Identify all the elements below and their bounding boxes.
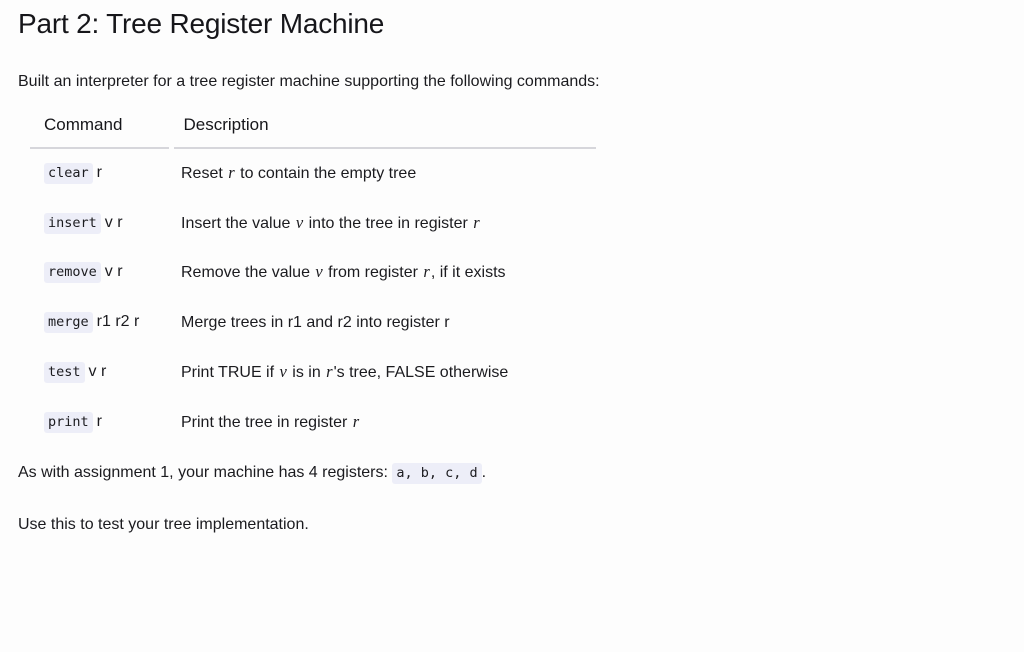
table-row: remove v r Remove the value v from regist…: [30, 248, 596, 298]
column-header-description: Description: [168, 114, 596, 149]
description-variable-2: r: [326, 361, 333, 381]
description-text-mid: to contain the empty tree: [235, 164, 417, 182]
command-code-chip: insert: [44, 212, 101, 234]
description-text-mid: from register: [323, 264, 423, 282]
command-cell: test v r: [30, 348, 171, 398]
command-code-chip: test: [44, 361, 85, 383]
description-text-start: Merge trees in r1 and r2 into register r: [181, 314, 450, 332]
description-variable-1: v: [315, 262, 323, 282]
description-cell: Remove the value v from register r, if i…: [171, 248, 596, 298]
description-variable-1: v: [295, 212, 304, 232]
description-text-end: 's tree, FALSE otherwise: [333, 363, 509, 381]
description-variable-1: r: [352, 411, 360, 431]
table-row: test v r Print TRUE if v is in r's tree, …: [30, 348, 596, 398]
table-row: clear r Reset r to contain the empty tree: [30, 148, 596, 199]
description-variable-2: [360, 412, 362, 431]
description-cell: Insert the value v into the tree in regi…: [171, 199, 596, 249]
command-cell: print r: [30, 398, 171, 448]
description-text-mid: into the tree in register: [304, 214, 473, 232]
description-cell: Reset r to contain the empty tree: [171, 148, 596, 199]
command-reference-table: Command Description clear r Reset r to co…: [30, 114, 596, 448]
description-text-start: Print TRUE if: [181, 363, 279, 381]
description-text-start: Reset: [181, 164, 228, 182]
table-header: Command Description: [30, 114, 596, 149]
registers-text-end: .: [481, 463, 487, 481]
command-code-chip: merge: [44, 312, 93, 334]
description-variable-2: [452, 312, 454, 331]
table-row: print r Print the tree in register r: [30, 398, 596, 448]
command-args: r1 r2 r: [96, 313, 140, 331]
registers-code-chip: a, b, c, d: [392, 462, 482, 484]
table-header-row: Command Description: [30, 114, 596, 149]
table-row: merge r1 r2 r Merge trees in r1 and r2 in…: [30, 298, 596, 348]
command-args: r: [96, 163, 102, 181]
table-body: clear r Reset r to contain the empty tree…: [30, 148, 596, 448]
description-cell: Print the tree in register r: [171, 398, 596, 448]
document-page: Part 2: Tree Register Machine Built an i…: [0, 0, 1024, 652]
description-variable-1: r: [228, 162, 235, 182]
table-row: insert v r Insert the value v into the tr…: [30, 199, 596, 249]
command-args: v r: [88, 362, 107, 380]
command-args: v r: [104, 213, 123, 231]
command-args: r: [96, 412, 102, 430]
command-args: v r: [104, 263, 123, 281]
command-code-chip: remove: [44, 262, 101, 284]
description-cell: Merge trees in r1 and r2 into register r: [171, 298, 596, 348]
description-variable-2: [416, 163, 418, 182]
description-variable-2: r: [423, 262, 430, 282]
command-cell: remove v r: [30, 248, 171, 298]
description-text-start: Insert the value: [181, 214, 295, 232]
page-title: Part 2: Tree Register Machine: [18, 8, 385, 39]
command-code-chip: clear: [44, 162, 93, 184]
command-cell: clear r: [30, 148, 171, 199]
intro-paragraph: Built an interpreter for a tree register…: [18, 72, 600, 90]
command-cell: merge r1 r2 r: [30, 298, 171, 348]
description-variable-1: v: [279, 361, 287, 381]
registers-text-start: As with assignment 1, your machine has 4…: [18, 463, 393, 481]
description-text-start: Remove the value: [181, 264, 315, 282]
description-text-start: Print the tree in register: [181, 413, 352, 431]
description-variable-2: r: [473, 212, 480, 232]
registers-paragraph: As with assignment 1, your machine has 4…: [18, 448, 1024, 484]
command-cell: insert v r: [30, 199, 171, 249]
command-code-chip: print: [44, 411, 93, 433]
description-text-mid: is in: [287, 363, 326, 381]
column-header-command: Command: [30, 114, 171, 149]
usage-paragraph: Use this to test your tree implementatio…: [18, 515, 309, 533]
description-text-end: , if it exists: [430, 264, 506, 282]
description-cell: Print TRUE if v is in r's tree, FALSE ot…: [171, 348, 596, 398]
